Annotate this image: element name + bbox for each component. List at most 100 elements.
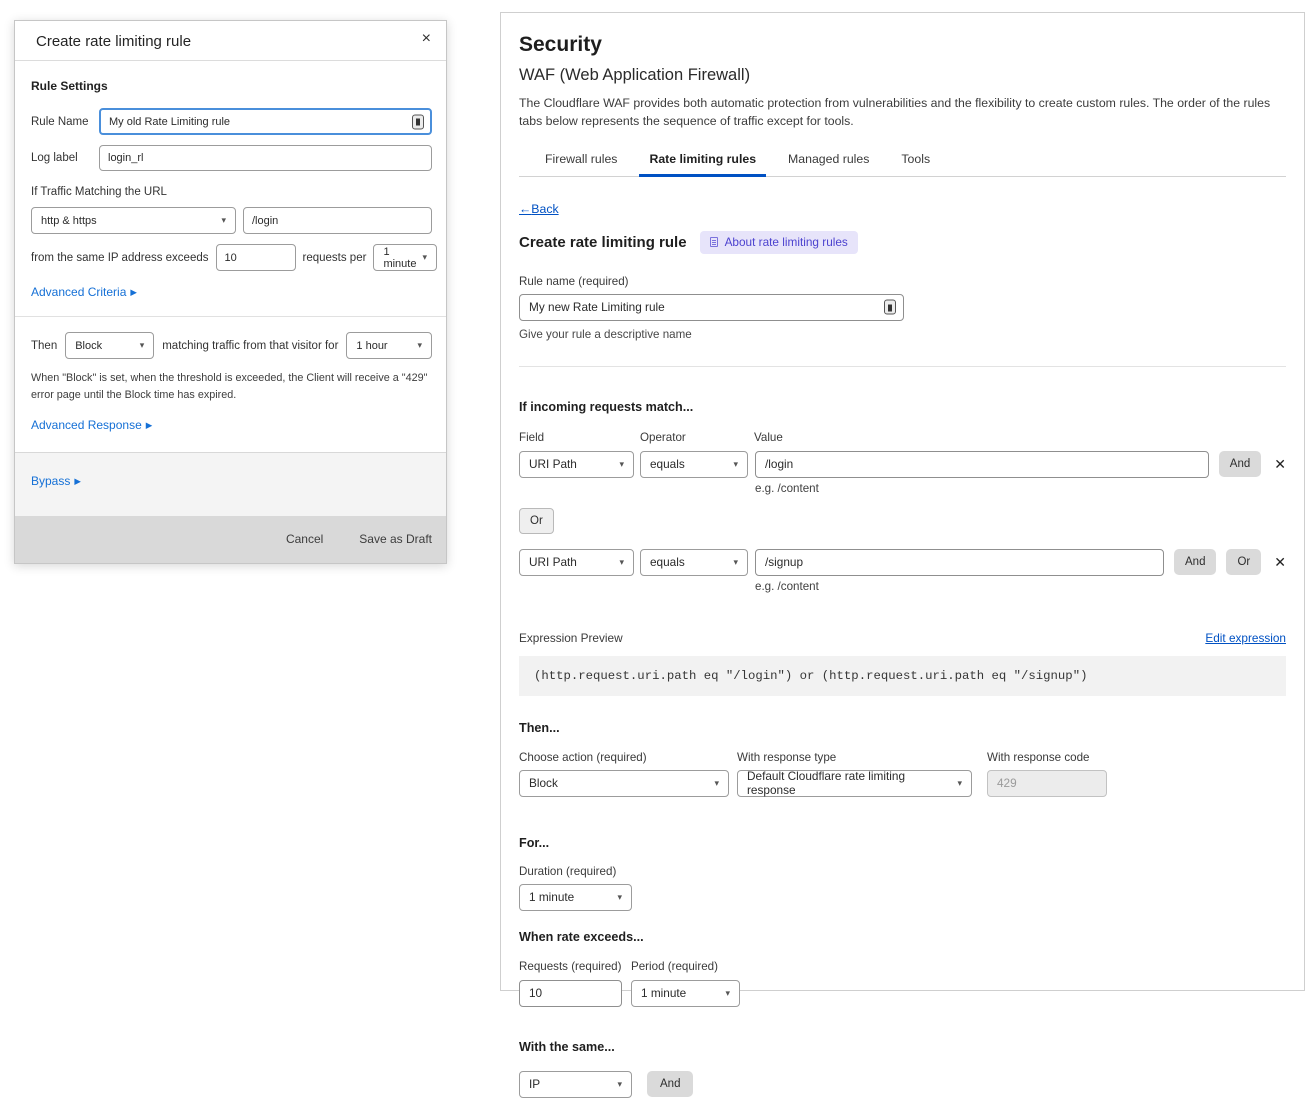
matching-traffic-text: matching traffic from that visitor for [162,340,338,352]
modal-header: Create rate limiting rule × [15,21,446,61]
tab-firewall-rules[interactable]: Firewall rules [535,148,627,177]
response-type-label: With response type [737,751,972,764]
or-connector-button[interactable]: Or [519,508,554,534]
requests-count-input[interactable] [216,244,296,271]
modal-footer: Cancel Save as Draft [15,516,446,563]
disclosure-triangle-icon: ▶ [74,476,81,487]
chevron-down-icon: ▾ [417,340,422,351]
rule-settings-heading: Rule Settings [31,79,432,93]
close-icon[interactable]: × [420,29,433,49]
url-match-row: http & https ▾ [31,207,432,234]
autofill-icon[interactable] [412,114,424,129]
rule-name-label: Rule name (required) [519,275,1286,288]
expression-preview-label: Expression Preview [519,631,623,645]
edit-expression-link[interactable]: Edit expression [1205,631,1286,645]
condition-column-labels: Field Operator Value [519,431,1286,444]
expression-code: (http.request.uri.path eq "/login") or (… [519,656,1286,696]
modal-title: Create rate limiting rule [36,29,191,50]
and-condition-button[interactable]: And [1219,451,1261,477]
url-pattern-input[interactable] [243,207,432,234]
chevron-down-icon: ▾ [221,215,226,226]
tab-tools[interactable]: Tools [891,148,940,177]
document-icon [710,237,718,247]
rule-name-helper: Give your rule a descriptive name [519,328,1286,341]
chevron-down-icon: ▾ [957,778,962,789]
value-input[interactable] [755,549,1164,576]
log-label-row: Log label [31,145,432,171]
bypass-link[interactable]: Bypass ▶ [31,474,81,488]
same-section-heading: With the same... [519,1040,1286,1054]
disclosure-triangle-icon: ▶ [146,420,153,431]
block-note: When "Block" is set, when the threshold … [31,370,429,403]
duration-label: Duration (required) [519,865,1286,878]
then-section-heading: Then... [519,721,1286,735]
chevron-down-icon: ▾ [619,459,624,470]
remove-condition-icon[interactable]: ✕ [1274,456,1286,473]
tab-managed-rules[interactable]: Managed rules [778,148,879,177]
operator-column-label: Operator [640,431,754,444]
remove-condition-icon[interactable]: ✕ [1274,554,1286,571]
modal-body: Rule Settings Rule Name Log label If Tra… [15,61,446,436]
advanced-criteria-link[interactable]: Advanced Criteria ▶ [31,285,137,299]
choose-action-select[interactable]: Block ▾ [519,770,729,797]
cancel-button[interactable]: Cancel [286,532,323,546]
page-subtitle: WAF (Web Application Firewall) [519,66,1286,85]
field-column-label: Field [519,431,640,444]
log-label-input[interactable] [99,145,432,171]
or-condition-button[interactable]: Or [1226,549,1261,575]
rate-section-heading: When rate exceeds... [519,930,1286,944]
scheme-select[interactable]: http & https ▾ [31,207,236,234]
same-controls: IP ▾ And [519,1071,1286,1098]
chevron-down-icon: ▾ [714,778,719,789]
rate-column-labels: Requests (required) Period (required) [519,960,1286,973]
create-rule-heading-row: Create rate limiting rule About rate lim… [519,231,1286,254]
rule-name-group: Rule name (required) Give your rule a de… [519,275,1286,341]
back-arrow-icon: ← [519,202,531,216]
chevron-down-icon: ▾ [619,557,624,568]
exceeds-text: from the same IP address exceeds [31,252,209,264]
field-select[interactable]: URI Path ▾ [519,451,634,478]
period-label: Period (required) [631,960,718,973]
log-label-label: Log label [31,152,99,164]
rule-name-input[interactable] [99,108,432,135]
traffic-match-label: If Traffic Matching the URL [31,186,432,198]
value-input[interactable] [755,451,1209,478]
rule-name-row: Rule Name [31,108,432,135]
page-description: The Cloudflare WAF provides both automat… [519,94,1286,131]
choose-action-label: Choose action (required) [519,751,729,764]
condition-row: URI Path ▾ equals ▾ And Or ✕ [519,549,1286,576]
field-select[interactable]: URI Path ▾ [519,549,634,576]
period-select[interactable]: 1 minute ▾ [373,244,437,271]
requests-per-text: requests per [303,252,367,264]
condition-row: URI Path ▾ equals ▾ And ✕ [519,451,1286,478]
response-code-input [987,770,1107,797]
security-waf-page: Security WAF (Web Application Firewall) … [500,12,1305,991]
chevron-down-icon: ▾ [733,557,738,568]
duration-select[interactable]: 1 minute ▾ [519,884,632,911]
disclosure-triangle-icon: ▶ [130,287,137,298]
autofill-icon[interactable] [884,300,896,315]
operator-select[interactable]: equals ▾ [640,549,748,576]
tab-rate-limiting-rules[interactable]: Rate limiting rules [639,148,766,177]
chevron-down-icon: ▾ [733,459,738,470]
page-title: Security [519,33,1286,57]
rule-name-input[interactable] [519,294,904,321]
create-rule-heading: Create rate limiting rule [519,234,687,251]
chevron-down-icon: ▾ [140,340,145,351]
action-select[interactable]: Block ▾ [65,332,154,359]
advanced-response-link[interactable]: Advanced Response ▶ [31,418,152,432]
requests-label: Requests (required) [519,960,631,973]
characteristic-select[interactable]: IP ▾ [519,1071,632,1098]
save-as-draft-button[interactable]: Save as Draft [359,532,432,546]
bypass-section: Bypass ▶ [15,452,446,516]
and-characteristic-button[interactable]: And [647,1071,693,1097]
then-controls: Choose action (required) Block ▾ With re… [519,751,1286,797]
back-link[interactable]: ←Back [519,202,559,216]
ban-duration-select[interactable]: 1 hour ▾ [346,332,432,359]
chevron-down-icon: ▾ [617,892,622,903]
about-rate-limiting-rules-badge[interactable]: About rate limiting rules [700,231,858,254]
response-type-select[interactable]: Default Cloudflare rate limiting respons… [737,770,972,797]
expression-preview-header: Expression Preview Edit expression [519,631,1286,645]
operator-select[interactable]: equals ▾ [640,451,748,478]
and-condition-button[interactable]: And [1174,549,1216,575]
